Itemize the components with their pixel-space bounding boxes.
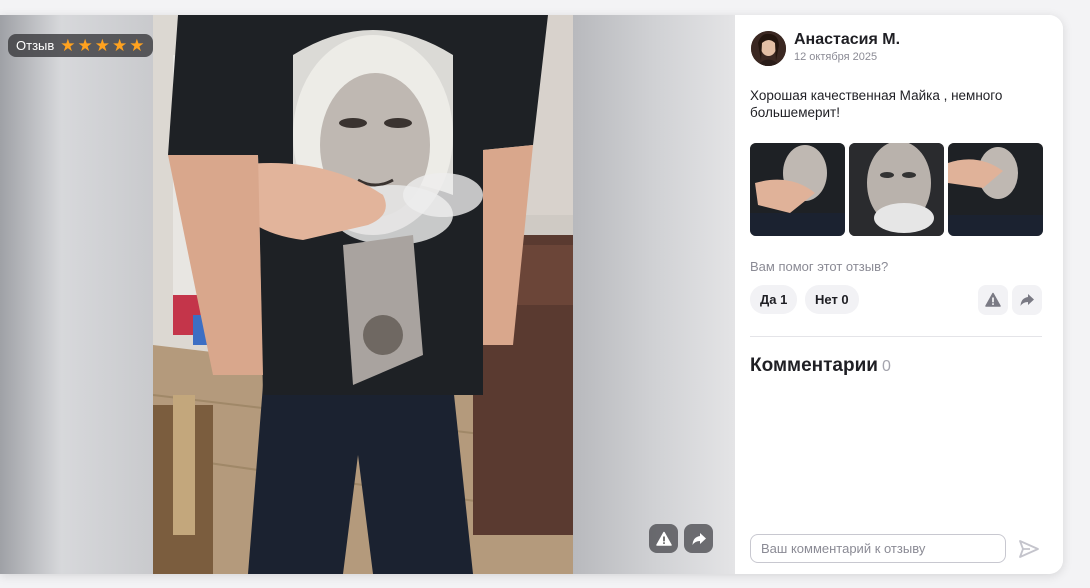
review-author-name: Анастасия М. bbox=[794, 31, 901, 48]
review-modal: Отзыв ★ ★ ★ ★ ★ Анастасия М. 12 октября … bbox=[0, 15, 1063, 574]
star-icon: ★ bbox=[77, 36, 93, 55]
star-icon: ★ bbox=[94, 36, 111, 55]
send-comment-button[interactable] bbox=[1016, 536, 1042, 562]
helpful-question: Вам помог этот отзыв? bbox=[750, 259, 889, 274]
vote-no-button[interactable]: Нет 0 bbox=[805, 285, 859, 314]
vote-yes-button[interactable]: Да 1 bbox=[750, 285, 798, 314]
review-badge: Отзыв ★ ★ ★ ★ ★ bbox=[8, 34, 153, 57]
photo-thumbnail[interactable] bbox=[849, 143, 944, 236]
report-review-button[interactable] bbox=[978, 285, 1008, 315]
comment-input[interactable] bbox=[750, 534, 1006, 563]
review-date: 12 октября 2025 bbox=[794, 51, 878, 63]
comments-title: Комментарии bbox=[750, 355, 878, 376]
photo-thumbnail[interactable] bbox=[750, 143, 845, 236]
photo-backdrop-left bbox=[0, 15, 153, 574]
rating-stars: ★ ★ ★ ★ ★ bbox=[60, 37, 144, 54]
warning-triangle-icon bbox=[655, 531, 672, 546]
photo-thumbnail[interactable] bbox=[948, 143, 1043, 236]
review-photo bbox=[153, 15, 573, 574]
share-arrow-icon bbox=[692, 532, 706, 545]
review-photo-thumbnails bbox=[750, 143, 1043, 236]
review-photo-viewer: Отзыв ★ ★ ★ ★ ★ bbox=[0, 15, 735, 574]
review-text: Хорошая качественная Майка , немного бол… bbox=[750, 88, 1003, 120]
photo-report-button[interactable] bbox=[649, 524, 678, 553]
comments-count: 0 bbox=[881, 358, 891, 375]
send-icon bbox=[1019, 540, 1039, 558]
star-icon: ★ bbox=[60, 36, 76, 55]
review-details-panel: Анастасия М. 12 октября 2025 Хорошая кач… bbox=[735, 15, 1063, 574]
divider bbox=[750, 336, 1042, 337]
share-review-button[interactable] bbox=[1012, 285, 1042, 315]
comments-heading: Комментарии 0 bbox=[750, 355, 891, 377]
star-icon: ★ bbox=[112, 36, 128, 55]
avatar bbox=[751, 31, 786, 66]
review-badge-label: Отзыв bbox=[16, 38, 55, 53]
star-icon: ★ bbox=[129, 36, 145, 55]
photo-backdrop-right bbox=[573, 15, 735, 574]
warning-triangle-icon bbox=[985, 292, 1001, 307]
share-arrow-icon bbox=[1020, 294, 1034, 306]
photo-share-button[interactable] bbox=[684, 524, 713, 553]
